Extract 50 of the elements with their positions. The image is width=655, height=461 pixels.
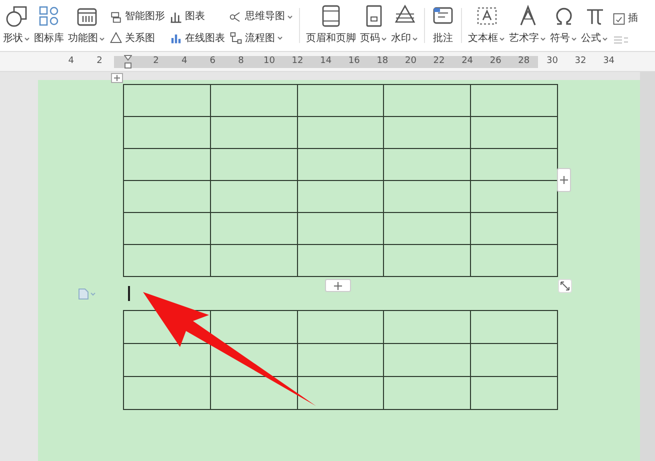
- ruler-number: 8: [237, 54, 245, 68]
- toolbar-button[interactable]: 在线图表: [167, 30, 227, 47]
- resize-handle-icon[interactable]: [558, 279, 572, 293]
- toolbar-button[interactable]: 公式: [579, 4, 610, 51]
- ruler-number: 30: [545, 54, 559, 68]
- toolbar-button[interactable]: 智能图形: [107, 8, 167, 26]
- shapes-icon: [4, 4, 28, 28]
- ruler-number: 26: [488, 54, 502, 68]
- ruler-number: 10: [262, 54, 276, 68]
- bar-chart-icon: [169, 10, 183, 24]
- scroll-track[interactable]: [640, 72, 655, 461]
- ruler-number: 6: [208, 54, 216, 68]
- toolbar-button[interactable]: 艺术字: [507, 4, 548, 51]
- toolbar-button[interactable]: 文本框: [466, 4, 507, 51]
- plus-icon: [560, 176, 568, 184]
- toolbar-button[interactable]: 流程图: [227, 30, 295, 47]
- ruler-number: 20: [404, 54, 418, 68]
- ruler-number: 16: [347, 54, 361, 68]
- ruler-number: 28: [517, 54, 531, 68]
- ruler-number: 32: [574, 54, 588, 68]
- ruler-number: 34: [602, 54, 616, 68]
- flowchart-icon: [229, 31, 243, 46]
- ruler-number: 4: [67, 54, 76, 68]
- ruler-number: 18: [376, 54, 390, 68]
- ruler-number: 2: [152, 54, 160, 68]
- ruler-number: 22: [432, 54, 446, 68]
- text-cursor: [128, 286, 130, 301]
- add-column-button[interactable]: [557, 168, 571, 192]
- plus-icon: [334, 282, 342, 290]
- table-move-handle-icon[interactable]: [111, 73, 123, 83]
- toolbar-button[interactable]: 插: [610, 10, 640, 27]
- toolbar-button[interactable]: 思维导图: [227, 8, 295, 26]
- toolbar-button[interactable]: 功能图: [66, 4, 107, 51]
- toolbar-button[interactable]: 图标库: [32, 4, 66, 51]
- icon-grid-icon: [37, 4, 61, 28]
- ruler-number: 2: [96, 54, 104, 68]
- toolbar-button[interactable]: 页眉和页脚: [304, 4, 358, 51]
- toolbar-button[interactable]: 图表: [167, 8, 227, 26]
- ruler-number: 12: [290, 54, 304, 68]
- ruler-number: 4: [180, 54, 188, 68]
- toolbar-button[interactable]: 关系图: [107, 30, 167, 47]
- toolbar-button[interactable]: 形状: [1, 4, 32, 51]
- add-row-button[interactable]: [325, 279, 351, 292]
- ruler-number: 24: [460, 54, 474, 68]
- toolbar-button[interactable]: 水印: [389, 4, 420, 51]
- toolbar-button[interactable]: 符号: [548, 4, 579, 51]
- toolbar-button[interactable]: 批注: [429, 4, 457, 51]
- indent-marker-icon[interactable]: [124, 54, 132, 68]
- toolbar-button[interactable]: 页码: [358, 4, 389, 51]
- ruler-number: 14: [319, 54, 333, 68]
